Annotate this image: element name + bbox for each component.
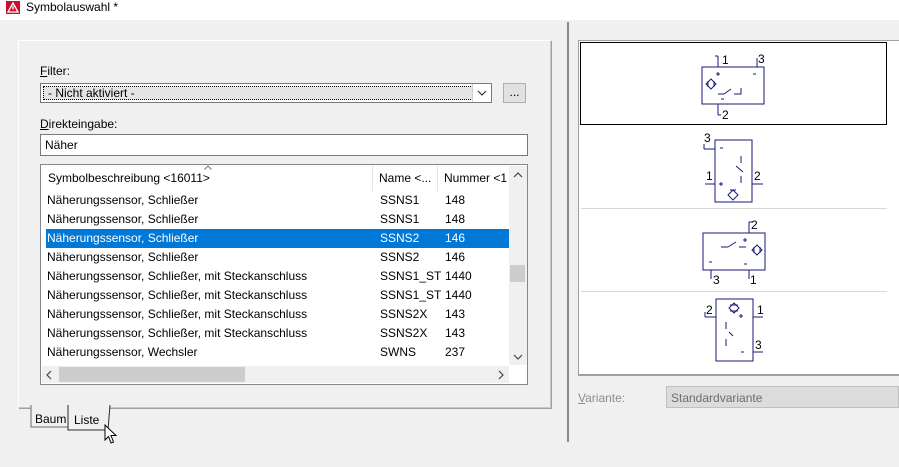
scroll-up-icon[interactable] [513,172,523,178]
table-row[interactable]: Näherungssensor, Schließer SSNS1 148 [46,191,509,210]
panel-splitter[interactable] [567,22,569,442]
filter-dropdown-value: - Nicht aktiviert - [48,86,135,100]
column-header-number[interactable]: Nummer <1 [438,165,508,191]
variant-field: Standardvariante [666,386,899,408]
table-cell-desc: Näherungssensor, Schließer [47,193,199,207]
direct-input-label: Direkteingabe: [40,117,118,131]
proximity-sensor-symbol-icon: 2 3 1 [702,218,766,287]
table-cell-name: SSNS2X [380,307,428,321]
tab-liste[interactable]: Liste [74,413,99,427]
table-row[interactable]: Näherungssensor, Schließer SSNS2 146 [46,229,509,248]
table-cell-desc: Näherungssensor, Schließer, mit Steckans… [47,326,308,340]
scroll-down-icon[interactable] [513,354,523,360]
table-cell-desc: Näherungssensor, Schließer [47,231,199,245]
filter-more-button[interactable]: ... [503,83,526,103]
proximity-sensor-symbol-icon: 3 1 2 [703,131,763,203]
variant-label: Variante: [578,391,626,405]
proximity-sensor-symbol-icon: 2 1 3 [704,298,764,362]
table-cell-name: SSNS2 [380,231,420,245]
pin-label: 2 [722,108,729,122]
symbol-preview-item[interactable]: 2 1 3 [581,292,887,374]
symbol-preview-item[interactable]: 1 3 2 [580,42,887,125]
table-row[interactable]: Näherungssensor, Schließer, mit Steckans… [46,305,509,324]
table-cell-number: 146 [445,250,466,264]
pin-label: 3 [758,52,765,66]
table-cell-desc: Näherungssensor, Wechsler [47,345,198,359]
pin-label: 2 [751,218,758,232]
symbol-preview-item[interactable]: 2 3 1 [581,209,887,292]
column-header-description[interactable]: Symbolbeschreibung <16011> [42,165,373,191]
variant-value: Standardvariante [671,391,763,405]
table-cell-number: 1440 [445,288,472,302]
pin-label: 3 [713,273,720,287]
mouse-cursor-icon [104,424,118,444]
filter-dropdown-value-area: - Nicht aktiviert - [43,86,473,100]
table-row[interactable]: Näherungssensor, Schließer SSNS2 146 [46,248,509,267]
window-title: Symbolauswahl * [26,0,119,14]
table-cell-name: SWNS [380,345,416,359]
horizontal-scrollbar[interactable] [42,366,509,383]
table-cell-desc: Näherungssensor, Schließer [47,250,199,264]
vertical-scroll-thumb[interactable] [510,265,525,282]
table-cell-number: 143 [445,307,466,321]
direct-input-field-box [40,134,528,156]
pin-label: 3 [755,338,762,352]
symbol-preview-panel: 1 3 2 3 1 2 2 3 1 2 1 3 [578,40,899,376]
pin-label: 2 [706,303,713,317]
table-cell-number: 148 [445,212,466,226]
table-cell-desc: Näherungssensor, Schließer, mit Steckans… [47,269,308,283]
pin-label: 1 [757,303,764,317]
pin-label: 1 [706,169,713,183]
table-row[interactable]: Näherungssensor, Wechsler SWNS 237 [46,343,509,362]
pin-label: 2 [754,169,761,183]
table-cell-number: 146 [445,231,466,245]
title-bar [0,0,899,20]
table-row[interactable]: Näherungssensor, Schließer, mit Steckans… [46,286,509,305]
filter-dropdown[interactable]: - Nicht aktiviert - [40,83,492,103]
table-cell-number: 143 [445,326,466,340]
table-row[interactable]: Näherungssensor, Schließer SSNS1 148 [46,210,509,229]
proximity-sensor-symbol-icon: 1 3 2 [701,52,765,122]
vertical-scrollbar[interactable] [509,166,527,365]
tab-baum[interactable]: Baum [35,412,66,426]
pin-label: 1 [722,53,729,67]
column-header-name[interactable]: Name <... [373,165,438,191]
horizontal-scroll-thumb[interactable] [59,367,245,382]
table-cell-desc: Näherungssensor, Schließer, mit Steckans… [47,307,308,321]
table-cell-name: SSNS1_ST [380,269,442,283]
direct-input-field[interactable] [45,138,515,152]
table-cell-name: SSNS1 [380,193,420,207]
scroll-left-icon[interactable] [46,370,52,380]
table-cell-number: 148 [445,193,466,207]
table-cell-name: SSNS1_ST [380,288,442,302]
table-cell-number: 237 [445,345,466,359]
app-warning-icon [6,1,20,14]
chevron-down-icon[interactable] [472,84,491,102]
table-cell-desc: Näherungssensor, Schließer, mit Steckans… [47,288,308,302]
pin-label: 1 [750,273,757,287]
pin-label: 3 [704,131,711,145]
symbol-preview-item[interactable]: 3 1 2 [581,126,887,209]
symbol-list[interactable]: Symbolbeschreibung <16011> Name <... Num… [40,164,528,385]
table-cell-name: SSNS2 [380,250,420,264]
filter-label: Filter: [40,64,71,78]
table-row[interactable]: Näherungssensor, Schließer, mit Steckans… [46,267,509,286]
sort-ascending-icon [204,165,212,170]
table-cell-desc: Näherungssensor, Schließer [47,212,199,226]
table-cell-name: SSNS1 [380,212,420,226]
table-cell-name: SSNS2X [380,326,428,340]
table-row[interactable]: Näherungssensor, Schließer, mit Steckans… [46,324,509,343]
table-cell-number: 1440 [445,269,472,283]
scroll-right-icon[interactable] [498,370,504,380]
